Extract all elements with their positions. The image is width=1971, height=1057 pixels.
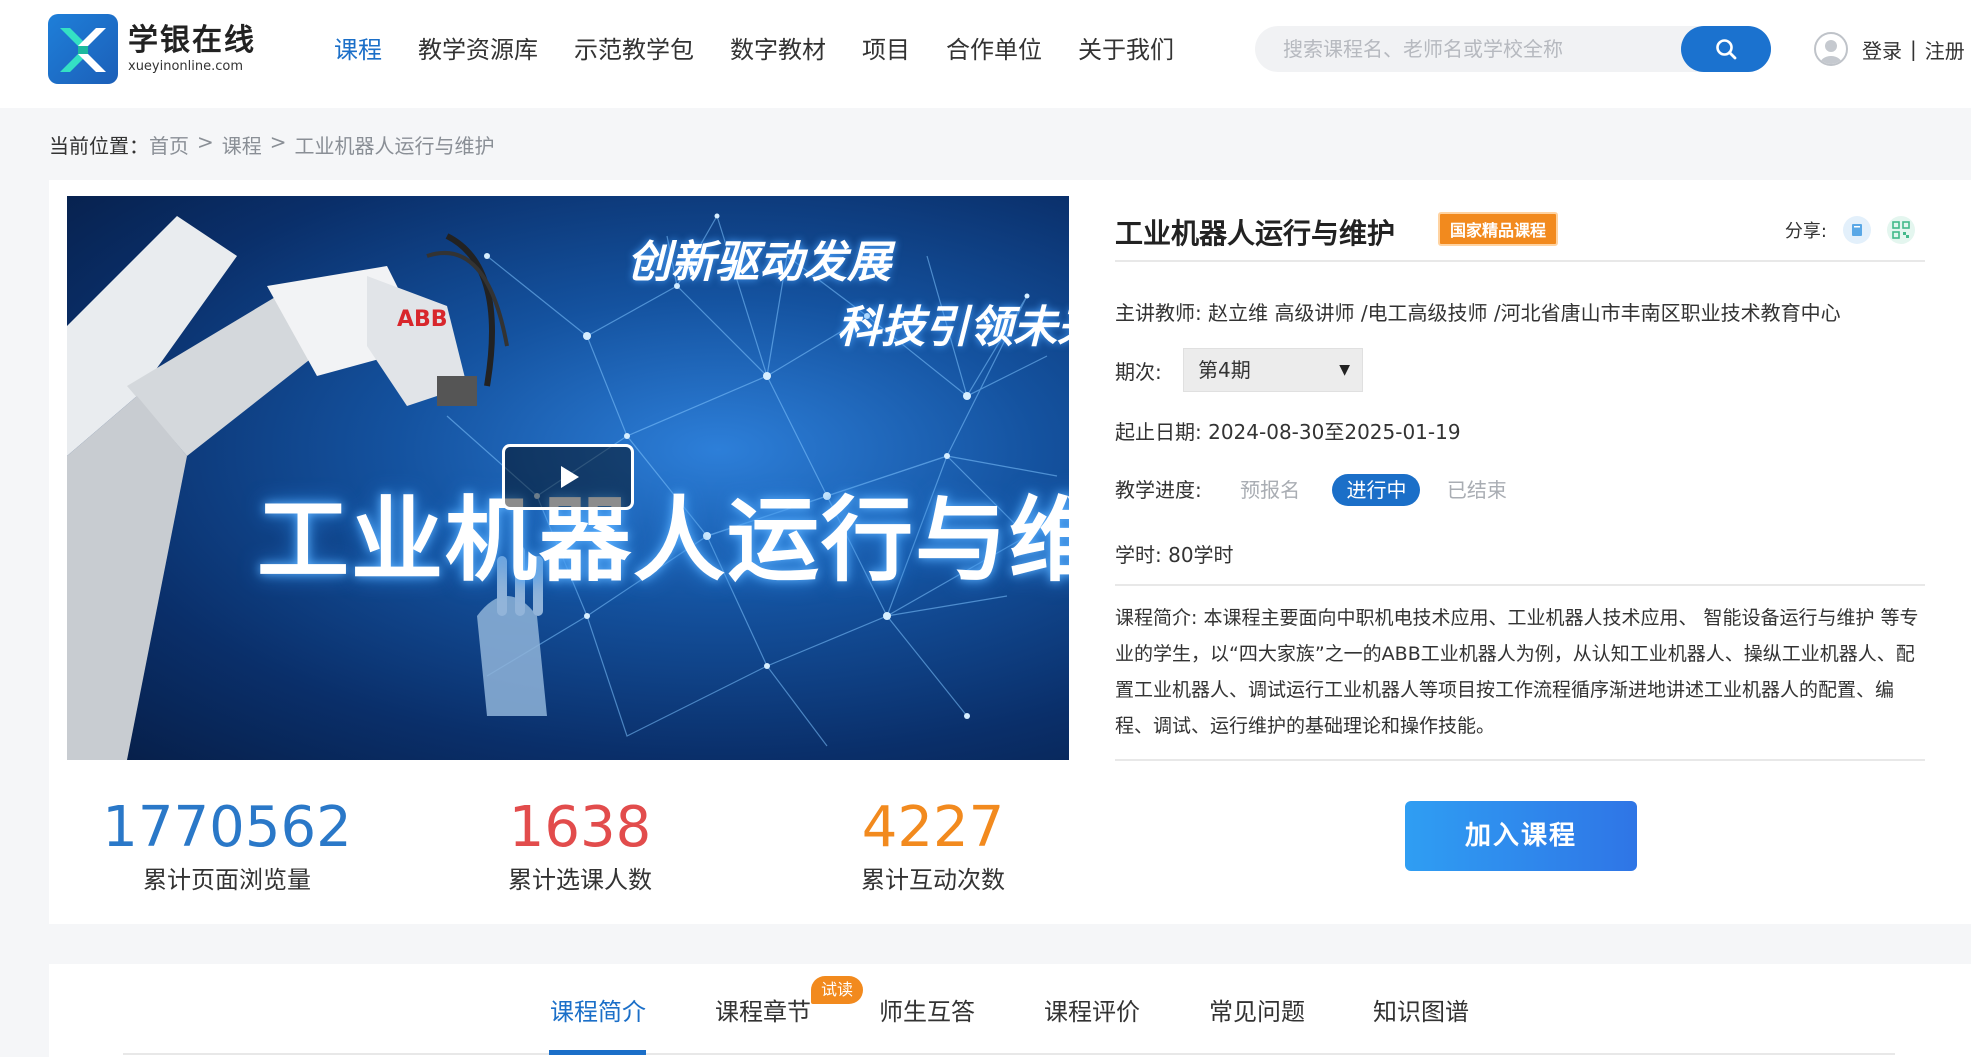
breadcrumb: 当前位置： 首页 > 课程 > 工业机器人运行与维护 bbox=[49, 130, 495, 159]
breadcrumb-courses[interactable]: 课程 bbox=[222, 130, 262, 159]
play-icon bbox=[561, 466, 579, 488]
breadcrumb-home[interactable]: 首页 bbox=[149, 130, 189, 159]
period-row: 期次: 第4期 ▼ bbox=[1115, 348, 1515, 392]
stat-enrollments: 1638 累计选课人数 bbox=[420, 795, 740, 897]
teacher-row: 主讲教师: 赵立维 高级讲师 /电工高级技师 /河北省唐山市丰南区职业技术教育中… bbox=[1115, 297, 1841, 326]
tabs-divider bbox=[123, 1053, 1895, 1055]
chevron-down-icon: ▼ bbox=[1339, 362, 1350, 378]
video-slogan-2: 科技引领未来 bbox=[837, 302, 1069, 353]
period-select[interactable]: 第4期 ▼ bbox=[1183, 348, 1363, 392]
course-video[interactable]: ABB 创新驱动发展 科技引领未来 工业机器人运行与维护 bbox=[67, 196, 1069, 760]
intro-label: 课程简介: bbox=[1115, 607, 1198, 629]
stat-interactions: 4227 累计互动次数 bbox=[773, 795, 1093, 897]
course-intro: 课程简介: 本课程主要面向中职机电技术应用、工业机器人技术应用、 智能设备运行与… bbox=[1115, 600, 1925, 744]
nav-item-courses[interactable]: 课程 bbox=[334, 30, 382, 70]
active-tab-indicator bbox=[549, 1050, 646, 1055]
breadcrumb-separator: > bbox=[269, 130, 287, 154]
share-area: 分享: bbox=[1785, 216, 1915, 244]
progress-label: 教学进度: bbox=[1115, 478, 1202, 502]
share-bookmark-icon[interactable] bbox=[1843, 216, 1871, 244]
tab-knowledge-graph[interactable]: 知识图谱 bbox=[1373, 992, 1469, 1027]
nav-item-about[interactable]: 关于我们 bbox=[1078, 30, 1174, 70]
progress-row: 教学进度: 预报名 进行中 已结束 bbox=[1115, 474, 1521, 506]
join-course-button[interactable]: 加入课程 bbox=[1405, 801, 1637, 871]
course-title-row: 工业机器人运行与维护 国家精品课程 分享: bbox=[1115, 208, 1925, 262]
breadcrumb-separator: > bbox=[197, 130, 214, 154]
course-tabs: 课程简介 课程章节 试读 师生互答 课程评价 常见问题 知识图谱 bbox=[49, 964, 1971, 1057]
tab-qa[interactable]: 师生互答 bbox=[879, 992, 975, 1027]
tab-reviews[interactable]: 课程评价 bbox=[1044, 992, 1140, 1027]
nav-item-resource-library[interactable]: 教学资源库 bbox=[418, 30, 538, 70]
nav-item-projects[interactable]: 项目 bbox=[862, 30, 910, 70]
tab-faq[interactable]: 常见问题 bbox=[1209, 992, 1305, 1027]
stat-page-views-label: 累计页面浏览量 bbox=[143, 866, 311, 894]
status-pre-registration: 预报名 bbox=[1240, 478, 1301, 502]
share-label: 分享: bbox=[1784, 221, 1827, 242]
tab-course-intro[interactable]: 课程简介 bbox=[550, 992, 646, 1027]
user-area: 登录 | 注册 bbox=[1814, 32, 1965, 66]
stat-interactions-label: 累计互动次数 bbox=[861, 866, 1005, 894]
video-slogan-1: 创新驱动发展 bbox=[627, 237, 891, 288]
breadcrumb-current: 工业机器人运行与维护 bbox=[294, 134, 495, 158]
stat-enrollments-value: 1638 bbox=[508, 795, 652, 860]
search-icon bbox=[1716, 39, 1737, 60]
nav-item-demo-packages[interactable]: 示范教学包 bbox=[574, 30, 694, 70]
nav-item-digital-textbooks[interactable]: 数字教材 bbox=[730, 30, 826, 70]
register-link[interactable]: 注册 bbox=[1925, 35, 1965, 64]
video-title-text: 工业机器人运行与维护 bbox=[257, 487, 1069, 594]
search-button[interactable] bbox=[1681, 26, 1771, 72]
status-ended: 已结束 bbox=[1446, 478, 1507, 502]
intro-text: 本课程主要面向中职机电技术应用、工业机器人技术应用、 智能设备运行与维护 等专业… bbox=[1115, 607, 1919, 737]
stat-interactions-value: 4227 bbox=[861, 795, 1005, 860]
site-logo[interactable]: 学银在线 xueyinonline.com bbox=[48, 14, 256, 84]
period-select-value: 第4期 bbox=[1198, 358, 1251, 382]
robot-brand: ABB bbox=[397, 307, 448, 332]
status-in-progress: 进行中 bbox=[1332, 474, 1421, 506]
header: 学银在线 xueyinonline.com 课程 教学资源库 示范教学包 数字教… bbox=[0, 0, 1971, 108]
nav-item-partners[interactable]: 合作单位 bbox=[946, 30, 1042, 70]
user-avatar-icon[interactable] bbox=[1814, 32, 1848, 66]
period-label: 期次: bbox=[1115, 360, 1162, 384]
date-value: 2024-08-30至2025-01-19 bbox=[1208, 420, 1461, 444]
trial-badge: 试读 bbox=[811, 976, 864, 1004]
tab-chapters[interactable]: 课程章节 bbox=[715, 992, 811, 1027]
date-label: 起止日期: bbox=[1115, 420, 1202, 444]
stat-page-views-value: 1770562 bbox=[102, 795, 352, 860]
stat-enrollments-label: 累计选课人数 bbox=[508, 866, 652, 894]
info-divider bbox=[1115, 759, 1925, 761]
hours-label: 学时: bbox=[1115, 543, 1162, 567]
play-button[interactable] bbox=[502, 444, 634, 510]
login-link[interactable]: 登录 bbox=[1862, 35, 1902, 64]
brand-name: 学银在线 bbox=[128, 23, 256, 58]
course-stats: 1770562 累计页面浏览量 1638 累计选课人数 4227 累计互动次数 bbox=[67, 795, 1069, 905]
breadcrumb-label: 当前位置： bbox=[49, 134, 149, 158]
info-divider bbox=[1115, 584, 1925, 586]
hours-row: 学时: 80学时 bbox=[1115, 539, 1234, 568]
login-separator: | bbox=[1910, 37, 1917, 61]
date-row: 起止日期: 2024-08-30至2025-01-19 bbox=[1115, 416, 1461, 445]
brand-domain: xueyinonline.com bbox=[128, 59, 244, 74]
search-bar bbox=[1255, 26, 1771, 72]
logo-icon bbox=[48, 14, 118, 84]
hours-value: 80学时 bbox=[1168, 543, 1234, 567]
main-nav: 课程 教学资源库 示范教学包 数字教材 项目 合作单位 关于我们 bbox=[334, 30, 1210, 70]
course-title: 工业机器人运行与维护 bbox=[1115, 217, 1396, 250]
course-card: ABB 创新驱动发展 科技引领未来 工业机器人运行与维护 1770562 累计页… bbox=[49, 180, 1971, 924]
search-input[interactable] bbox=[1283, 26, 1663, 72]
stat-page-views: 1770562 累计页面浏览量 bbox=[67, 795, 387, 897]
national-quality-badge: 国家精品课程 bbox=[1438, 212, 1559, 246]
teacher-value: 赵立维 高级讲师 /电工高级技师 /河北省唐山市丰南区职业技术教育中心 bbox=[1208, 301, 1841, 325]
teacher-label: 主讲教师: bbox=[1115, 301, 1202, 325]
share-qrcode-icon[interactable] bbox=[1887, 216, 1915, 244]
